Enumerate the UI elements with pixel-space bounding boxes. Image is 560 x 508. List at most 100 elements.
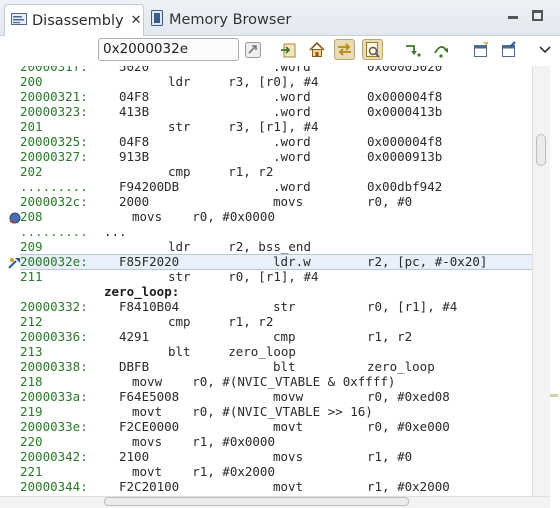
mnemonic-cell: movs <box>273 194 304 209</box>
vertical-scrollbar[interactable] <box>532 66 550 496</box>
opcode-cell: 4291 <box>119 329 150 344</box>
opcode-cell: F94200DB <box>119 179 180 194</box>
source-text: movt r0, #(NVIC_VTABLE >> 16) <box>132 404 373 419</box>
breakpoint-icon[interactable] <box>8 210 22 224</box>
instruction-row[interactable]: 20000338: DBFB blt zero_loop <box>20 359 532 374</box>
ellipsis-text: ... <box>104 224 127 239</box>
tab-disassembly-label: Disassembly <box>32 12 124 29</box>
source-line-number: 208 <box>20 209 43 224</box>
view-tab-bar: Disassembly ✕ Memory Browser <box>0 0 560 36</box>
source-text: ldr r2, bss_end <box>168 239 311 254</box>
operands-cell: 0x0000413b <box>367 104 443 119</box>
instruction-row[interactable]: 2000033e: F2CE0000 movt r0, #0xe000 <box>20 419 532 434</box>
step-into-icon[interactable] <box>402 39 423 60</box>
instruction-row[interactable]: 2000032e: F85F2020 ldr.w r2, [pc, #-0x20] <box>20 254 532 270</box>
maximize-icon[interactable] <box>532 10 543 21</box>
opcode-cell: F2CE0000 <box>119 419 180 434</box>
view-menu-icon[interactable] <box>534 39 555 60</box>
instruction-row[interactable]: 20000344: F2C20100 movt r1, #0x2000 <box>20 479 532 494</box>
close-tab-icon[interactable]: ✕ <box>131 13 142 28</box>
source-line-row[interactable]: 220 movs r1, #0x0000 <box>20 434 532 449</box>
disassembly-listing[interactable]: 2000031f: 5020 .word 0x00005020 200 ldr r3, [… <box>0 66 532 496</box>
opcode-cell: 04F8 <box>119 89 150 104</box>
horizontal-scroll-thumb[interactable] <box>104 497 409 506</box>
source-line-number: 218 <box>20 374 43 389</box>
go-to-address-icon[interactable] <box>242 39 263 60</box>
operands-cell: 0x0000913b <box>367 149 443 164</box>
tab-memory-browser-label: Memory Browser <box>169 12 292 28</box>
address-cell: 20000332: <box>20 299 88 314</box>
sync-link-icon[interactable] <box>334 39 355 60</box>
source-line-row[interactable]: 209 ldr r2, bss_end <box>20 239 532 254</box>
source-line-row[interactable]: 208 movs r0, #0x0000 <box>20 209 532 224</box>
vertical-scroll-thumb[interactable] <box>536 134 546 166</box>
pin-icon[interactable] <box>498 39 519 60</box>
mnemonic-cell: movt <box>273 479 304 494</box>
import-icon[interactable] <box>278 39 299 60</box>
opcode-cell: F8410B04 <box>119 299 180 314</box>
step-over-icon[interactable] <box>430 39 451 60</box>
address-input[interactable]: 0x2000032e <box>98 38 239 61</box>
program-counter-icon[interactable] <box>8 255 22 269</box>
minimize-icon[interactable] <box>508 10 519 21</box>
source-line-row[interactable]: 218 movw r0, #(NVIC_VTABLE & 0xffff) <box>20 374 532 389</box>
home-icon[interactable] <box>306 39 327 60</box>
source-line-number: 201 <box>20 119 43 134</box>
instruction-row[interactable]: 20000332: F8410B04 str r0, [r1], #4 <box>20 299 532 314</box>
new-view-icon[interactable] <box>470 39 491 60</box>
mnemonic-cell: .word <box>273 134 311 149</box>
address-cell: 20000325: <box>20 134 88 149</box>
address-cell: ......... <box>20 179 88 194</box>
operands-cell: zero_loop <box>367 359 435 374</box>
instruction-row[interactable]: 20000342: 2100 movs r1, #0 <box>20 449 532 464</box>
source-line-row[interactable]: 202 cmp r1, r2 <box>20 164 532 179</box>
mnemonic-cell: .word <box>273 179 311 194</box>
source-line-row[interactable]: 213 blt zero_loop <box>20 344 532 359</box>
source-text: movs r0, #0x0000 <box>132 209 275 224</box>
source-line-row[interactable]: 211 str r0, [r1], #4 <box>20 269 532 284</box>
overview-ruler-mark[interactable] <box>550 394 558 397</box>
opcode-cell: 2000 <box>119 194 150 209</box>
instruction-row[interactable]: 20000321: 04F8 .word 0x000004f8 <box>20 89 532 104</box>
source-line-number: 209 <box>20 239 43 254</box>
instruction-row[interactable]: 20000325: 04F8 .word 0x000004f8 <box>20 134 532 149</box>
source-text: movs r1, #0x0000 <box>132 434 275 449</box>
source-line-number: 220 <box>20 434 43 449</box>
mnemonic-cell: .word <box>273 66 311 74</box>
mnemonic-cell: cmp <box>273 329 296 344</box>
instruction-row[interactable]: 20000327: 913B .word 0x0000913b <box>20 149 532 164</box>
source-text: str r0, [r1], #4 <box>168 269 319 284</box>
instruction-row[interactable]: 2000032c: 2000 movs r0, #0 <box>20 194 532 209</box>
label-row[interactable]: zero_loop: <box>20 284 532 299</box>
operands-cell: r0, #0 <box>367 194 413 209</box>
source-line-row[interactable]: 201 str r3, [r1], #4 <box>20 119 532 134</box>
mnemonic-cell: movw <box>273 389 304 404</box>
memory-browser-icon <box>150 10 164 30</box>
source-line-row[interactable]: 200 ldr r3, [r0], #4 <box>20 74 532 89</box>
instruction-row[interactable]: 2000033a: F64E5008 movw r0, #0xed08 <box>20 389 532 404</box>
operands-cell: r0, [r1], #4 <box>367 299 458 314</box>
ellipsis-row[interactable]: ............ <box>20 224 532 239</box>
overview-ruler[interactable] <box>550 66 560 508</box>
source-text: cmp r1, r2 <box>168 314 274 329</box>
opcode-cell: 2100 <box>119 449 150 464</box>
source-toggle-icon[interactable] <box>362 39 383 60</box>
ruler-gutter[interactable] <box>0 66 20 496</box>
operands-cell: r1, #0x2000 <box>367 479 450 494</box>
address-cell: 2000032e: <box>20 254 88 269</box>
source-text: blt zero_loop <box>168 344 296 359</box>
tab-disassembly[interactable]: Disassembly ✕ <box>4 4 144 36</box>
instruction-row[interactable]: 20000323: 413B .word 0x0000413b <box>20 104 532 119</box>
source-line-row[interactable]: 212 cmp r1, r2 <box>20 314 532 329</box>
instruction-row[interactable]: 2000031f: 5020 .word 0x00005020 <box>20 66 532 74</box>
source-line-row[interactable]: 221 movt r1, #0x2000 <box>20 464 532 479</box>
tab-memory-browser[interactable]: Memory Browser <box>146 4 291 36</box>
source-text: movt r1, #0x2000 <box>132 464 275 479</box>
instruction-row[interactable]: ......... F94200DB .word 0x00dbf942 <box>20 179 532 194</box>
disassembly-toolbar: 0x2000032e <box>0 36 560 66</box>
operands-cell: 0x000004f8 <box>367 89 443 104</box>
opcode-cell: 04F8 <box>119 134 150 149</box>
instruction-row[interactable]: 20000336: 4291 cmp r1, r2 <box>20 329 532 344</box>
source-line-row[interactable]: 219 movt r0, #(NVIC_VTABLE >> 16) <box>20 404 532 419</box>
opcode-cell: F64E5008 <box>119 389 180 404</box>
